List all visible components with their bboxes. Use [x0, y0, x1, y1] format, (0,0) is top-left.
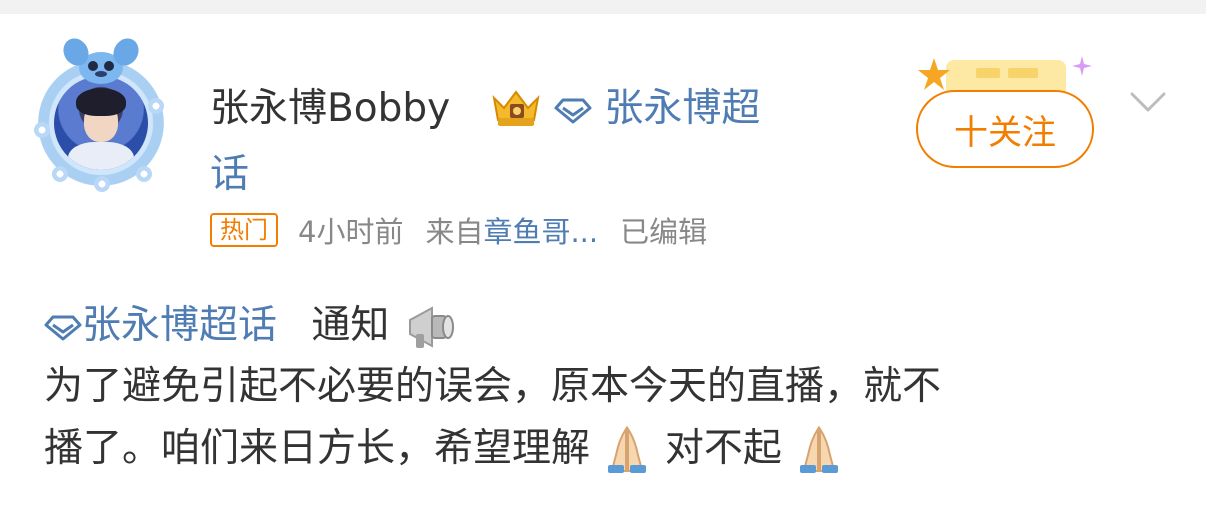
content-line-2: 播了。咱们来日方长，希望理解 对不起	[44, 418, 1174, 480]
post-time: 4小时前	[298, 215, 404, 249]
source-link[interactable]: 章鱼哥...	[483, 209, 598, 251]
avatar-hair	[76, 88, 126, 116]
content-line-1: 为了避免引起不必要的误会，原本今天的直播，就不	[44, 363, 942, 409]
source-prefix: 来自	[425, 215, 484, 249]
crown-icon[interactable]	[488, 84, 544, 130]
author-name[interactable]: 张永博Bobby	[210, 86, 450, 132]
flower-icon	[148, 98, 164, 114]
post-meta: 热门 4小时前 来自 章鱼哥... 已编辑	[210, 210, 707, 250]
content-topic-label: 张永博超话	[82, 303, 278, 348]
diamond-topic-icon	[554, 98, 592, 123]
post-content: 张永博超话 通知 为了避免引起不必要的误会，原本今天的直播，就不 播了。咱们来日…	[44, 298, 1174, 480]
super-topic-label: 张永博超	[604, 86, 761, 131]
follow-button[interactable]: 十关注	[916, 90, 1094, 168]
content-topic-link[interactable]: 张永博超话	[44, 303, 289, 348]
folded-hands-emoji	[800, 425, 839, 473]
megaphone-icon	[408, 305, 454, 348]
top-divider	[0, 0, 1206, 14]
folded-hands-emoji	[608, 425, 647, 473]
super-topic-link[interactable]: 张永博超	[554, 86, 760, 132]
flower-icon	[34, 122, 50, 138]
flower-icon	[136, 166, 152, 182]
weibo-post-card: 张永博Bobby 张永博超 话 热门 4小时前 来自 章鱼哥... 已编辑 十关…	[0, 14, 1206, 519]
diamond-topic-icon	[44, 315, 82, 340]
flower-icon	[94, 176, 110, 192]
content-line-2-text: 播了。咱们来日方长，希望理解	[44, 425, 591, 471]
chevron-down-icon[interactable]	[1128, 88, 1168, 116]
stitch-decoration-icon	[63, 38, 139, 84]
content-line-2-apology: 对不起	[664, 425, 782, 471]
flower-icon	[52, 166, 68, 182]
avatar[interactable]	[32, 38, 172, 192]
edited-label[interactable]: 已编辑	[620, 209, 707, 251]
avatar-shirt	[68, 142, 134, 170]
hot-badge: 热门	[210, 213, 278, 247]
avatar-photo	[54, 76, 148, 170]
super-topic-label-cont[interactable]: 话	[210, 152, 249, 198]
content-topic-line: 张永博超话 通知	[44, 298, 1174, 356]
notice-label: 通知	[311, 303, 390, 348]
